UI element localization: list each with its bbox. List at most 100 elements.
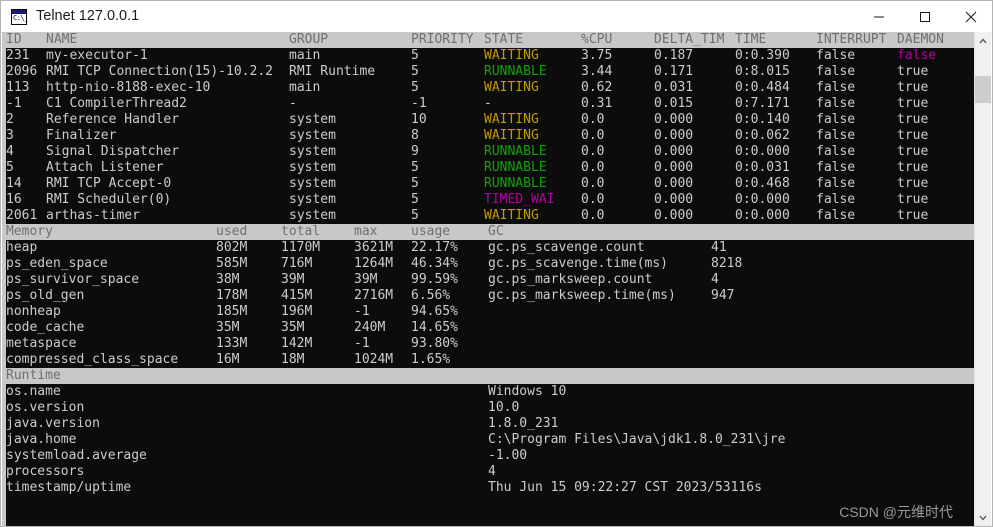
thread-cell-daemon: true: [897, 176, 929, 191]
thread-cell-state: WAITING: [484, 208, 539, 223]
thread-cell-id: 2096: [6, 64, 38, 79]
maximize-button[interactable]: [902, 1, 948, 32]
memory-cell-name: ps_survivor_space: [6, 272, 140, 287]
thread-cell-group: system: [289, 160, 336, 175]
thread-cell-group: main: [289, 80, 321, 95]
runtime-rows: os.name Windows 10 os.version 10.0 java.vers…: [6, 384, 977, 496]
mh-max: max: [354, 224, 378, 239]
runtime-section-header: Runtime: [6, 368, 977, 384]
memory-cell-used: 178M: [216, 288, 248, 303]
memory-cell-name: heap: [6, 240, 38, 255]
thread-row: 14 RMI TCP Accept-0 system 5 RUNNABLE 0.0 0.00…: [6, 176, 977, 192]
gc-metric-value: 4: [711, 272, 719, 287]
gc-metric-name: gc.ps_marksweep.count: [488, 272, 653, 287]
thread-row: 5 Attach Listener system 5 RUNNABLE 0.0 0.000 0…: [6, 160, 977, 176]
memory-row: code_cache 35M 35M 240M 14.65%: [6, 320, 977, 336]
scrollbar-thumb[interactable]: [975, 76, 991, 103]
thread-row: 113 http-nio-8188-exec-10 main 5 WAITING 0.62…: [6, 80, 977, 96]
runtime-row: os.name Windows 10: [6, 384, 977, 400]
thread-cell-daemon: true: [897, 80, 929, 95]
gc-metric-value: 8218: [711, 256, 743, 271]
memory-cell-used: 38M: [216, 272, 240, 287]
thread-cell-state: WAITING: [484, 80, 539, 95]
th-interrupt: INTERRUPT: [816, 32, 887, 47]
memory-row: heap 802M 1170M 3621M 22.17% gc.ps_scavenge.c…: [6, 240, 977, 256]
thread-cell-delta-time: 0.000: [654, 160, 694, 175]
memory-cell-max: 1264M: [354, 256, 394, 271]
thread-cell-name: RMI Scheduler(0): [46, 192, 172, 207]
thread-cell-delta-time: 0.000: [654, 144, 694, 159]
memory-cell-usage: 94.65%: [411, 304, 458, 319]
thread-cell-id: 14: [6, 176, 22, 191]
console-icon: [11, 8, 28, 25]
thread-cell-daemon: true: [897, 96, 929, 111]
memory-cell-name: metaspace: [6, 336, 77, 351]
thread-cell-priority: 8: [411, 128, 419, 143]
thread-cell-delta-time: 0.000: [654, 112, 694, 127]
memory-cell-total: 196M: [281, 304, 313, 319]
thread-cell-daemon: true: [897, 160, 929, 175]
runtime-value: 4: [488, 464, 496, 479]
thread-cell-interrupt: false: [816, 160, 856, 175]
thread-row: 231 my-executor-1 main 5 WAITING 3.75 0.187 0:0…: [6, 48, 977, 64]
memory-cell-used: 802M: [216, 240, 248, 255]
memory-row: ps_eden_space 585M 716M 1264M 46.34% gc.ps_sc…: [6, 256, 977, 272]
title-bar[interactable]: Telnet 127.0.0.1: [1, 1, 992, 33]
thread-cell-time: 0:0.484: [735, 80, 790, 95]
thread-cell-daemon: true: [897, 64, 929, 79]
thread-cell-name: Signal Dispatcher: [46, 144, 180, 159]
thread-cell-name: http-nio-8188-exec-10: [46, 80, 211, 95]
thread-cell-interrupt: false: [816, 208, 856, 223]
thread-cell-id: 16: [6, 192, 22, 207]
memory-rows: heap 802M 1170M 3621M 22.17% gc.ps_scavenge.c…: [6, 240, 977, 368]
thread-cell-group: RMI Runtime: [289, 64, 376, 79]
runtime-value: 1.8.0_231: [488, 416, 559, 431]
thread-cell-id: -1: [6, 96, 22, 111]
memory-cell-used: 585M: [216, 256, 248, 271]
memory-cell-usage: 6.56%: [411, 288, 451, 303]
thread-cell-cpu: 3.75: [581, 48, 613, 63]
minimize-button[interactable]: [856, 1, 902, 32]
memory-cell-usage: 46.34%: [411, 256, 458, 271]
thread-cell-cpu: 0.62: [581, 80, 613, 95]
memory-cell-total: 39M: [281, 272, 305, 287]
thread-cell-cpu: 0.0: [581, 112, 605, 127]
vertical-scrollbar[interactable]: [974, 32, 991, 526]
runtime-value: Windows 10: [488, 384, 567, 399]
thread-cell-cpu: 0.0: [581, 160, 605, 175]
memory-row: ps_old_gen 178M 415M 2716M 6.56% gc.ps_marksw…: [6, 288, 977, 304]
close-button[interactable]: [948, 1, 992, 32]
thread-cell-time: 0:0.000: [735, 192, 790, 207]
thread-cell-id: 2: [6, 112, 14, 127]
memory-cell-max: -1: [354, 304, 370, 319]
thread-cell-id: 2061: [6, 208, 38, 223]
memory-cell-total: 716M: [281, 256, 313, 271]
thread-cell-state: WAITING: [484, 112, 539, 127]
th-group: GROUP: [289, 32, 329, 47]
memory-cell-total: 1170M: [281, 240, 321, 255]
chevron-up-icon[interactable]: [975, 32, 991, 49]
terminal-output[interactable]: ID NAME GROUP PRIORITY STATE %CPU DELTA_…: [2, 32, 977, 526]
thread-cell-id: 113: [6, 80, 30, 95]
thread-cell-name: Attach Listener: [46, 160, 164, 175]
memory-cell-max: 240M: [354, 320, 386, 335]
chevron-down-icon[interactable]: [975, 509, 991, 526]
thread-cell-interrupt: false: [816, 112, 856, 127]
thread-row: 4 Signal Dispatcher system 9 RUNNABLE 0.0 0.00…: [6, 144, 977, 160]
thread-cell-time: 0:0.140: [735, 112, 790, 127]
runtime-title: Runtime: [6, 368, 61, 383]
thread-cell-state: RUNNABLE: [484, 160, 547, 175]
runtime-row: timestamp/uptime Thu Jun 15 09:22:27 CST …: [6, 480, 977, 496]
memory-cell-name: ps_old_gen: [6, 288, 85, 303]
thread-cell-name: C1 CompilerThread2: [46, 96, 187, 111]
thread-cell-name: RMI TCP Accept-0: [46, 176, 172, 191]
window-title: Telnet 127.0.0.1: [36, 8, 140, 24]
thread-cell-id: 231: [6, 48, 30, 63]
memory-row: compressed_class_space 16M 18M 1024M 1.65%: [6, 352, 977, 368]
memory-cell-max: 2716M: [354, 288, 394, 303]
thread-cell-daemon: true: [897, 208, 929, 223]
thread-cell-cpu: 0.0: [581, 176, 605, 191]
mh-used: used: [216, 224, 248, 239]
memory-cell-total: 142M: [281, 336, 313, 351]
thread-cell-id: 5: [6, 160, 14, 175]
